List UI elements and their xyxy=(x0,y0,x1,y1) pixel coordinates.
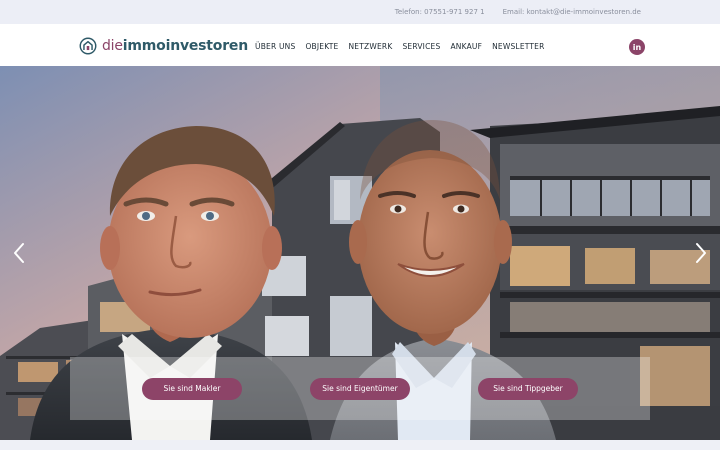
email-text[interactable]: Email: kontakt@die-immoinvestoren.de xyxy=(503,8,641,16)
nav-item-netzwerk[interactable]: NETZWERK xyxy=(349,42,393,51)
nav-item-ankauf[interactable]: ANKAUF xyxy=(450,42,482,51)
cta-eigentuemer-button[interactable]: Sie sind Eigentümer xyxy=(310,377,410,400)
cta-makler-button[interactable]: Sie sind Makler xyxy=(142,377,242,400)
site-header: dieimmoinvestoren ÜBER UNS OBJEKTE NETZW… xyxy=(0,24,720,66)
main-navigation: ÜBER UNS OBJEKTE NETZWERK SERVICES ANKAU… xyxy=(255,42,545,51)
house-logo-icon xyxy=(79,37,97,55)
chevron-right-icon[interactable] xyxy=(694,242,708,264)
nav-item-objekte[interactable]: OBJEKTE xyxy=(305,42,338,51)
top-contact-bar: Telefon: 07551-971 927 1 Email: kontakt@… xyxy=(0,0,720,24)
site-logo[interactable]: dieimmoinvestoren xyxy=(79,37,248,55)
phone-text[interactable]: Telefon: 07551-971 927 1 xyxy=(395,8,485,16)
bottom-strip xyxy=(0,440,720,450)
cta-tippgeber-button[interactable]: Sie sind Tippgeber xyxy=(478,377,578,400)
cta-panel: Sie sind Makler Sie sind Eigentümer Sie … xyxy=(70,357,650,420)
nav-item-newsletter[interactable]: NEWSLETTER xyxy=(492,42,544,51)
nav-item-ueber-uns[interactable]: ÜBER UNS xyxy=(255,42,295,51)
nav-item-services[interactable]: SERVICES xyxy=(402,42,440,51)
chevron-left-icon[interactable] xyxy=(12,242,26,264)
hero-slider: Sie sind Makler Sie sind Eigentümer Sie … xyxy=(0,66,720,440)
logo-text: dieimmoinvestoren xyxy=(102,38,248,54)
linkedin-icon[interactable]: in xyxy=(629,39,645,55)
